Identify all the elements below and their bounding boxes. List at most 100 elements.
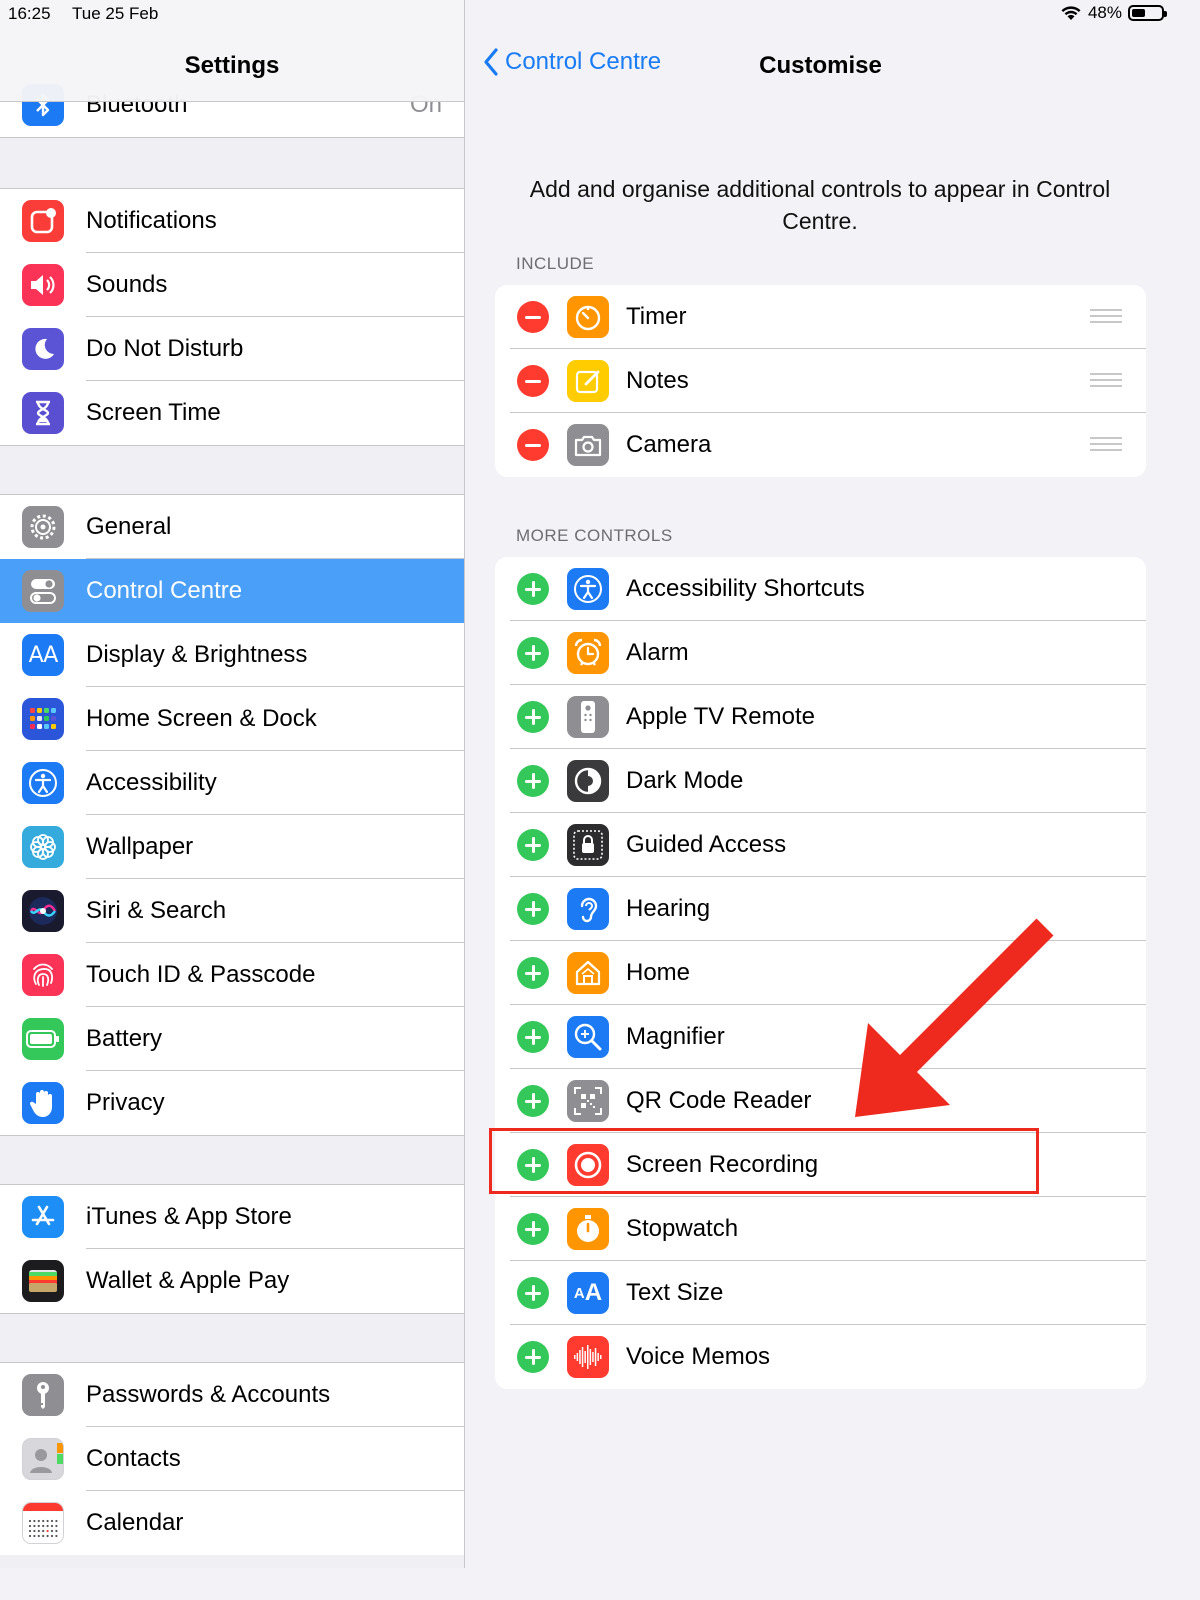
qr-code-icon [567,1080,609,1122]
lock-icon [567,824,609,866]
sidebar-item-contacts[interactable]: Contacts [0,1427,464,1491]
app-store-icon [22,1196,64,1238]
sidebar-item-sounds[interactable]: Sounds [0,253,464,317]
remove-control-button[interactable] [517,301,549,333]
sidebar-item-label: Do Not Disturb [86,335,244,362]
page-title: Settings [184,52,280,79]
sidebar-item-label: Touch ID & Passcode [86,961,316,988]
sidebar-item-label: General [86,513,172,540]
voice-memos-icon [567,1336,609,1378]
add-control-button[interactable] [517,829,549,861]
control-row-timer: Timer [495,285,1146,349]
sidebar-item-screen-time[interactable]: Screen Time [0,381,464,445]
notes-icon [567,360,609,402]
sidebar-item-label: Passwords & Accounts [86,1381,331,1408]
sidebar-item-label: Home Screen & Dock [86,705,317,732]
sidebar-item-label: Contacts [86,1445,181,1472]
control-row-camera: Camera [495,413,1146,477]
control-row-text-size: A A Text Size [495,1261,1146,1325]
sidebar-item-siri-search[interactable]: Siri & Search [0,879,464,943]
flower-icon [22,826,64,868]
moon-icon [22,328,64,370]
remote-icon [567,696,609,738]
control-label: Hearing [626,895,711,922]
annotation-arrow [855,918,1054,1117]
gear-icon [22,506,64,548]
sidebar-item-home-screen-dock[interactable]: Home Screen & Dock [0,687,464,751]
add-control-button[interactable] [517,765,549,797]
toggles-icon [22,570,64,612]
control-label: Text Size [626,1279,724,1306]
sidebar-item-passwords-accounts[interactable]: Passwords & Accounts [0,1363,464,1427]
sidebar-item-label: Accessibility [86,769,217,796]
add-control-button[interactable] [517,1085,549,1117]
dark-mode-icon [567,760,609,802]
control-label: Stopwatch [626,1215,739,1242]
control-label: Timer [626,303,687,330]
remove-control-button[interactable] [517,365,549,397]
add-control-button[interactable] [517,637,549,669]
control-label: Camera [626,431,712,458]
control-label: Home [626,959,691,986]
sidebar-item-do-not-disturb[interactable]: Do Not Disturb [0,317,464,381]
settings-group-accounts: Passwords & Accounts Contacts Calendar [0,1362,464,1555]
add-control-button[interactable] [517,1277,549,1309]
settings-group-store: iTunes & App Store Wallet & Apple Pay [0,1184,464,1314]
add-control-button[interactable] [517,1021,549,1053]
sidebar-item-general[interactable]: General [0,495,464,559]
wallet-icon [22,1260,64,1302]
sidebar-item-label: iTunes & App Store [86,1203,292,1230]
reorder-handle-icon[interactable] [1090,373,1122,389]
sidebar-item-wallpaper[interactable]: Wallpaper [0,815,464,879]
battery-icon [1128,5,1167,21]
calendar-icon [22,1502,64,1544]
control-row-voice-memos: Voice Memos [495,1325,1146,1389]
sidebar-item-label: Control Centre [86,577,243,604]
add-control-button[interactable] [517,1213,549,1245]
add-control-button[interactable] [517,893,549,925]
battery-percent: 48% [1087,3,1122,22]
sidebar-item-label: Siri & Search [86,897,227,924]
status-time: 16:25 [8,4,51,23]
status-right: 48% [1060,3,1167,23]
sidebar-item-label: Screen Time [86,399,221,426]
sidebar-item-accessibility[interactable]: Accessibility [0,751,464,815]
reorder-handle-icon[interactable] [1090,437,1122,453]
sidebar-item-notifications[interactable]: Notifications [0,189,464,253]
text-size-icon: AA [567,1272,609,1314]
reorder-handle-icon[interactable] [1090,309,1122,325]
sidebar-item-control-centre[interactable]: Control Centre [0,559,464,623]
sidebar-item-wallet-apple-pay[interactable]: Wallet & Apple Pay [0,1249,464,1313]
accessibility-icon [567,568,609,610]
status-date: Tue 25 Feb [72,4,159,23]
control-label: Apple TV Remote [626,703,815,730]
control-label: Notes [626,367,689,394]
add-control-button[interactable] [517,1341,549,1373]
control-label: Accessibility Shortcuts [626,575,865,602]
alarm-icon [567,632,609,674]
customise-pane: Control Centre Customise Add and organis… [465,0,1176,1568]
settings-sidebar: Settings Bluetooth On Notifications Sound… [0,0,464,1568]
add-control-button[interactable] [517,701,549,733]
include-list: Timer Notes Camera [495,285,1146,477]
sidebar-item-display-brightness[interactable]: AA Display & Brightness [0,623,464,687]
sidebar-item-battery[interactable]: Battery [0,1007,464,1071]
remove-control-button[interactable] [517,429,549,461]
sidebar-item-privacy[interactable]: Privacy [0,1071,464,1135]
hourglass-icon [22,392,64,434]
sidebar-item-touch-id-passcode[interactable]: Touch ID & Passcode [0,943,464,1007]
home-icon [567,952,609,994]
key-icon [22,1374,64,1416]
control-label: Magnifier [626,1023,725,1050]
control-row-dark-mode: Dark Mode [495,749,1146,813]
sidebar-item-calendar[interactable]: Calendar [0,1491,464,1555]
control-row-alarm: Alarm [495,621,1146,685]
add-control-button[interactable] [517,957,549,989]
contacts-icon [22,1438,64,1480]
hand-icon [22,1082,64,1124]
add-control-button[interactable] [517,573,549,605]
sidebar-item-label: Display & Brightness [86,641,308,668]
siri-icon [22,890,64,932]
notifications-icon [22,200,64,242]
sidebar-item-itunes-app-store[interactable]: iTunes & App Store [0,1185,464,1249]
